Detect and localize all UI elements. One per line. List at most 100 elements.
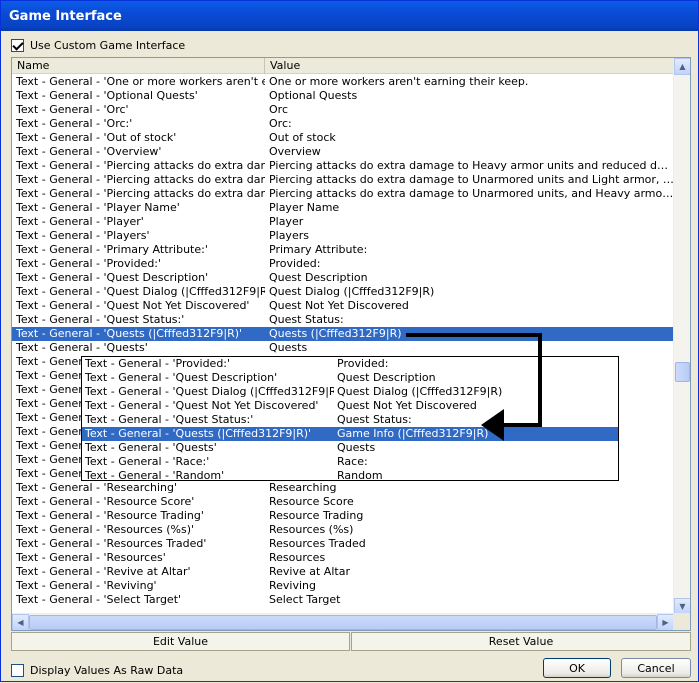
horizontal-scroll-thumb[interactable] [29, 615, 657, 630]
zoomed-list-popup: Text - General - 'Provided:' Provided: Tex… [81, 356, 619, 481]
list-row[interactable]: Text - General - 'Quests (|Cfffed312F9|R… [12, 327, 674, 341]
row-value: Select Target [269, 593, 341, 606]
row-value: One or more workers aren't earning their… [269, 75, 529, 88]
list-row[interactable]: Text - General - 'Resource Score' Resourc… [12, 495, 674, 509]
popup-row[interactable]: Text - General - 'Quest Dialog (|Cfffed3… [82, 385, 618, 399]
row-value: Quests [269, 341, 308, 354]
row-value: Resources [269, 551, 326, 564]
row-value: Quest Status: [269, 313, 344, 326]
popup-row[interactable]: Text - General - 'Quest Status:' Quest St… [82, 413, 618, 427]
list-row[interactable]: Text - General - 'Provided:' Provided: [12, 257, 674, 271]
row-value: Orc [269, 103, 288, 116]
reset-value-button[interactable]: Reset Value [351, 632, 691, 651]
row-value: Resource Trading [269, 509, 364, 522]
list-row[interactable]: Text - General - 'Piercing attacks do ex… [12, 159, 674, 173]
vertical-scrollbar[interactable]: ▲ ▼ [673, 58, 690, 615]
use-custom-checkbox[interactable] [11, 38, 24, 52]
row-name: Text - General - 'Resources' [16, 551, 166, 564]
row-name: Text - General - 'Quests (|Cfffed312F9|R… [16, 327, 243, 340]
list-row[interactable]: Text - General - 'Resources Traded' Resou… [12, 537, 674, 551]
list-row[interactable]: Text - General - 'Select Target' Select T… [12, 593, 674, 607]
row-name: Text - General - 'Quests' [16, 341, 148, 354]
row-value: Race: [337, 455, 368, 468]
row-value: Optional Quests [269, 89, 358, 102]
row-name: Text - General - 'Player Name' [16, 201, 180, 214]
list-row[interactable]: Text - General - 'Overview' Overview [12, 145, 674, 159]
list-row[interactable]: Text - General - 'Quests' Quests [12, 341, 674, 355]
popup-row[interactable]: Text - General - 'Random' Random [82, 469, 618, 481]
raw-data-checkbox[interactable] [11, 663, 24, 677]
column-header-value[interactable]: Value [265, 58, 674, 74]
vertical-scroll-thumb[interactable] [675, 362, 690, 382]
edit-value-button[interactable]: Edit Value [11, 632, 350, 651]
list-row[interactable]: Text - General - 'Optional Quests' Option… [12, 89, 674, 103]
popup-row[interactable]: Text - General - 'Quest Not Yet Discover… [82, 399, 618, 413]
row-name: Text - General - 'Quests' [85, 441, 217, 454]
scroll-left-icon[interactable]: ◀ [12, 614, 29, 630]
row-value: Quest Dialog (|Cfffed312F9|R) [269, 285, 435, 298]
row-name: Text - General - 'Revive at Altar' [16, 565, 191, 578]
raw-data-row[interactable]: Display Values As Raw Data [11, 662, 183, 678]
list-row[interactable]: Text - General - 'Researching' Researchin… [12, 481, 674, 495]
list-row[interactable]: Text - General - 'Quest Description' Ques… [12, 271, 674, 285]
row-value: Resource Score [269, 495, 354, 508]
list-row[interactable]: Text - General - 'Piercing attacks do ex… [12, 173, 674, 187]
row-name: Text - General - 'Quest Description' [85, 371, 278, 384]
row-name: Text - General - 'Primary Attribute:' [16, 243, 208, 256]
list-row[interactable]: Text - General - 'Players' Players [12, 229, 674, 243]
list-row[interactable]: Text - General - 'Resource Trading' Resou… [12, 509, 674, 523]
popup-row[interactable]: Text - General - 'Quest Description' Ques… [82, 371, 618, 385]
row-value: Quest Description [337, 371, 436, 384]
list-row[interactable]: Text - General - 'Orc:' Orc: [12, 117, 674, 131]
row-value: Players [269, 229, 309, 242]
row-value: Quests (|Cfffed312F9|R) [269, 327, 402, 340]
text-list[interactable]: Name Value Text - General - 'One or more… [11, 57, 691, 631]
row-name: Text - General - 'Orc' [16, 103, 129, 116]
ok-button[interactable]: OK [543, 658, 611, 678]
row-name: Text - General - 'Optional Quests' [16, 89, 198, 102]
row-name: Text - General - 'Resource Score' [16, 495, 195, 508]
scroll-up-icon[interactable]: ▲ [674, 58, 690, 75]
row-value: Quests [337, 441, 376, 454]
list-row[interactable]: Text - General - 'Quest Status:' Quest St… [12, 313, 674, 327]
list-row[interactable]: Text - General - 'Resources (%s)' Resourc… [12, 523, 674, 537]
row-name: Text - General - 'Quest Dialog (|Cfffed3… [16, 285, 265, 298]
popup-row[interactable]: Text - General - 'Race:' Race: [82, 455, 618, 469]
list-row[interactable]: Text - General - 'Out of stock' Out of st… [12, 131, 674, 145]
row-value: Quest Not Yet Discovered [269, 299, 409, 312]
row-value: Player [269, 215, 304, 228]
row-value: Overview [269, 145, 321, 158]
row-value: Resources (%s) [269, 523, 354, 536]
row-value: Piercing attacks do extra damage to Unar… [269, 187, 674, 200]
row-value: Researching [269, 481, 337, 494]
list-row[interactable]: Text - General - 'One or more workers ar… [12, 75, 674, 89]
row-name: Text - General - 'Quest Not Yet Discover… [16, 299, 250, 312]
use-custom-row[interactable]: Use Custom Game Interface [11, 37, 185, 53]
row-name: Text - General - 'Random' [85, 469, 225, 481]
row-name: Text - General - 'Resources Traded' [16, 537, 207, 550]
row-name: Text - General - 'Quest Status:' [85, 413, 254, 426]
list-row[interactable]: Text - General - 'Orc' Orc [12, 103, 674, 117]
popup-row[interactable]: Text - General - 'Quests (|Cfffed312F9|R… [82, 427, 618, 441]
list-row[interactable]: Text - General - 'Player Name' Player Nam… [12, 201, 674, 215]
row-value: Quest Status: [337, 413, 412, 426]
popup-row[interactable]: Text - General - 'Provided:' Provided: [82, 357, 618, 371]
cancel-button[interactable]: Cancel [621, 658, 691, 678]
list-row[interactable]: Text - General - 'Quest Dialog (|Cfffed3… [12, 285, 674, 299]
list-row[interactable]: Text - General - 'Resources' Resources [12, 551, 674, 565]
list-row[interactable]: Text - General - 'Reviving' Reviving [12, 579, 674, 593]
scroll-right-icon[interactable]: ▶ [657, 614, 674, 630]
list-row[interactable]: Text - General - 'Quest Not Yet Discover… [12, 299, 674, 313]
game-interface-dialog: Game Interface Use Custom Game Interface… [0, 0, 699, 682]
list-row[interactable]: Text - General - 'Piercing attacks do ex… [12, 187, 674, 201]
column-header-name[interactable]: Name [12, 58, 265, 74]
horizontal-scrollbar[interactable]: ◀ ▶ [12, 613, 674, 630]
row-value: Revive at Altar [269, 565, 350, 578]
row-value: Orc: [269, 117, 292, 130]
row-value: Random [337, 469, 383, 481]
popup-row[interactable]: Text - General - 'Quests' Quests [82, 441, 618, 455]
list-row[interactable]: Text - General - 'Primary Attribute:' Pri… [12, 243, 674, 257]
list-row[interactable]: Text - General - 'Revive at Altar' Revive… [12, 565, 674, 579]
list-row[interactable]: Text - General - 'Player' Player [12, 215, 674, 229]
row-value: Piercing attacks do extra damage to Unar… [269, 173, 674, 186]
